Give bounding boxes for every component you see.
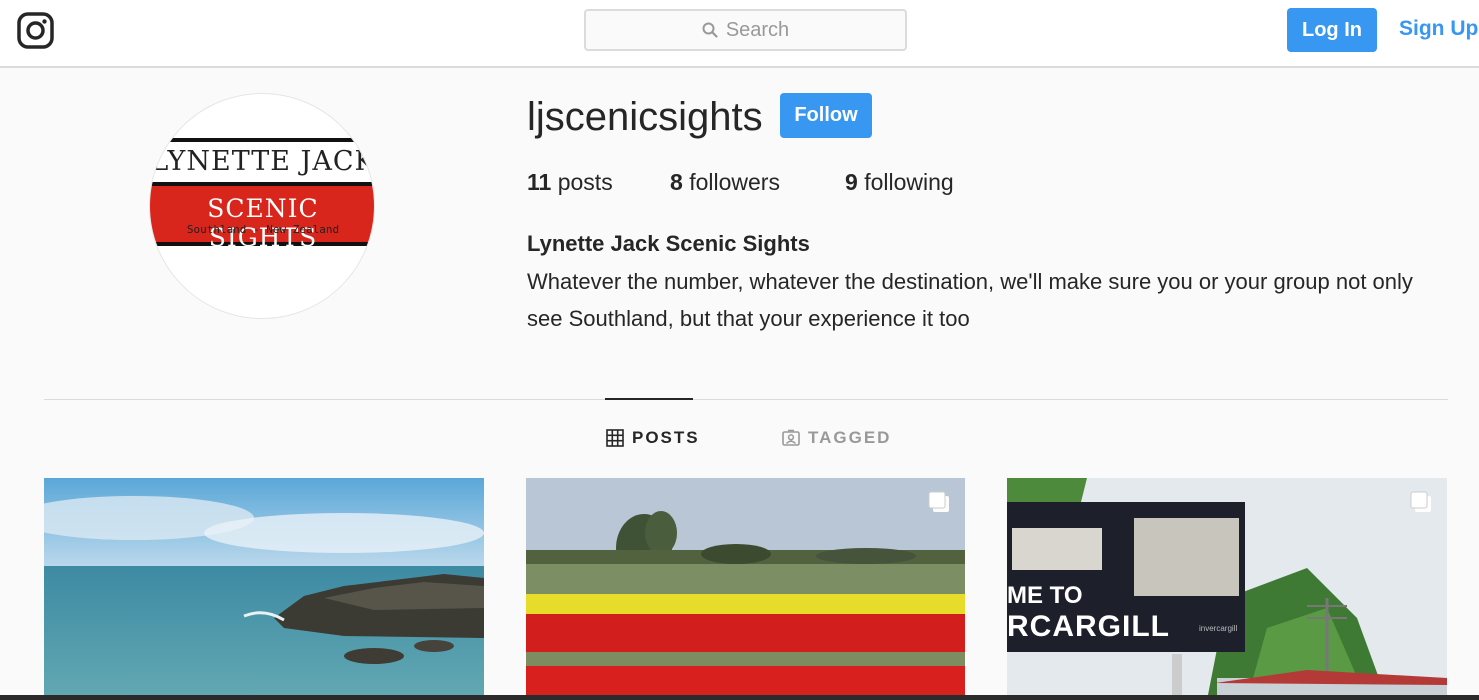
- followers-count[interactable]: 8 followers: [670, 169, 780, 196]
- sign-logo-text: invercargill: [1199, 624, 1238, 633]
- instagram-logo-icon[interactable]: [17, 12, 54, 49]
- tab-posts-label: POSTS: [632, 428, 700, 447]
- search-placeholder: Search: [725, 18, 790, 41]
- multiple-photos-icon: [928, 491, 949, 512]
- profile-bio: Whatever the number, whatever the destin…: [527, 269, 1413, 331]
- posts-count: 11 posts: [527, 169, 613, 195]
- post-thumbnail-welcome-sign[interactable]: ME TO RCARGILL invercargill: [1007, 478, 1447, 700]
- search-icon: [702, 22, 718, 38]
- sign-text-2: RCARGILL: [1007, 610, 1170, 643]
- tab-tagged-label: TAGGED: [808, 428, 892, 447]
- grid-icon: [606, 429, 624, 447]
- top-nav: Search Log In Sign Up: [0, 0, 1479, 68]
- avatar-text-name: LYNETTE JACK: [150, 146, 375, 177]
- post-thumbnail-coast[interactable]: [44, 478, 484, 700]
- tab-posts[interactable]: POSTS: [606, 428, 700, 448]
- avatar-text-location: Southland - New Zealand: [186, 223, 340, 236]
- multiple-photos-icon: [1410, 491, 1431, 512]
- signup-link[interactable]: Sign Up: [1399, 17, 1478, 41]
- tabs-divider: [44, 399, 1448, 400]
- profile-avatar: LYNETTE JACK SCENIC SIGHTS Southland - N…: [149, 93, 375, 319]
- coast-photo: [44, 478, 484, 700]
- login-button[interactable]: Log In: [1287, 8, 1377, 52]
- search-input[interactable]: Search: [584, 9, 907, 51]
- active-tab-indicator: [605, 398, 693, 400]
- profile-full-name: Lynette Jack Scenic Sights: [527, 231, 810, 256]
- tagged-icon: [782, 429, 800, 446]
- window-bottom-edge: [0, 695, 1479, 700]
- following-count[interactable]: 9 following: [845, 169, 954, 196]
- tab-tagged[interactable]: TAGGED: [782, 428, 891, 448]
- tulip-field-photo: [526, 478, 965, 700]
- sign-text-1: ME TO: [1007, 582, 1083, 609]
- profile-username: ljscenicsights: [527, 95, 763, 139]
- post-thumbnail-tulip-field[interactable]: [526, 478, 965, 700]
- follow-button[interactable]: Follow: [780, 93, 872, 138]
